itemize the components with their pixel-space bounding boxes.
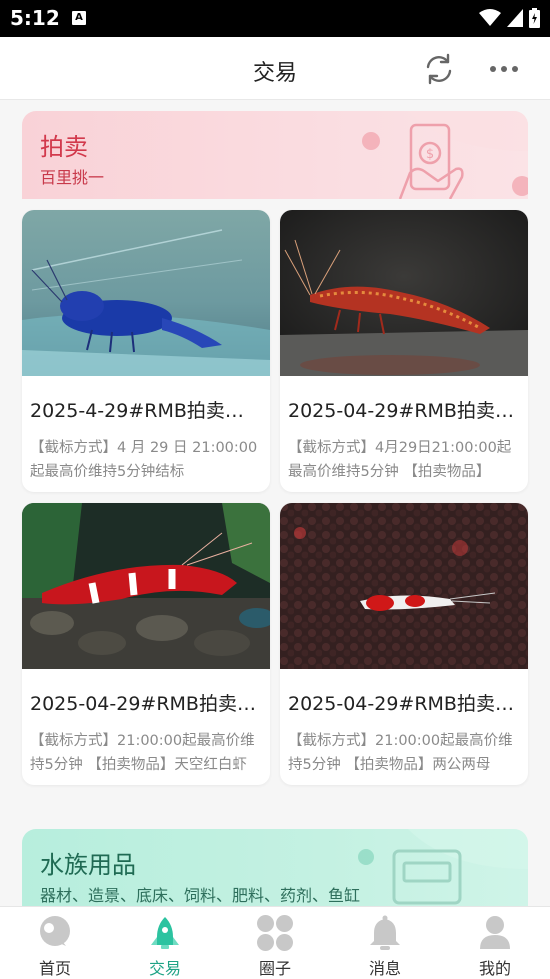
listing-photo — [280, 210, 528, 376]
tab-trade[interactable]: 交易 — [110, 907, 220, 979]
listing-photo — [22, 210, 270, 376]
listing-title: 2025-04-29#RMB拍卖红晶虾 — [288, 400, 520, 422]
tab-circles[interactable]: 圈子 — [220, 907, 330, 979]
signal-icon — [507, 9, 523, 27]
main-content[interactable]: 拍卖 百里挑一 $ 2025-4-29#RMB拍卖蓝色虾 【截标方式】4 月 2… — [0, 100, 550, 906]
system-icons — [479, 8, 540, 28]
circles-icon — [257, 915, 293, 951]
auction-subtitle: 百里挑一 — [40, 168, 105, 187]
listing-description: 【截标方式】4 月 29 日 21:00:00起最高价维持5分钟结标 — [30, 440, 258, 480]
tab-profile[interactable]: 我的 — [440, 907, 550, 979]
bell-icon — [370, 915, 400, 950]
more-icon[interactable] — [484, 55, 524, 83]
listing-card[interactable]: 2025-04-29#RMB拍卖红晶虾 【截标方式】4月29日21:00:00起… — [280, 210, 528, 492]
listing-card[interactable]: 2025-04-29#RMB拍卖#红白虾 【截标方式】21:00:00起最高价维… — [22, 503, 270, 785]
listing-card[interactable]: 2025-4-29#RMB拍卖蓝色虾 【截标方式】4 月 29 日 21:00:… — [22, 210, 270, 492]
svg-text:$: $ — [426, 147, 434, 162]
tab-label: 消息 — [368, 959, 401, 978]
tab-home[interactable]: 首页 — [0, 907, 110, 979]
notification-icon: A — [72, 11, 86, 25]
aquarium-banner[interactable]: 水族用品 器材、造景、底床、饲料、肥料、药剂、鱼缸 — [22, 829, 528, 906]
page-title: 交易 — [252, 61, 297, 86]
battery-icon — [529, 8, 540, 28]
listing-photo — [280, 503, 528, 669]
wifi-icon — [479, 9, 501, 26]
listing-photo — [22, 503, 270, 669]
phone-hand-icon: $ — [278, 111, 528, 199]
bottom-tab-bar: 首页 交易 圈子 消息 我的 — [0, 906, 550, 979]
status-time: 5:12 — [10, 6, 60, 30]
listing-description: 【截标方式】21:00:00起最高价维持5分钟 【拍卖物品】两公两母 — [288, 733, 513, 773]
app-header: 交易 — [0, 37, 550, 100]
listing-card[interactable]: 2025-04-29#RMB拍卖红白虾 【截标方式】21:00:00起最高价维持… — [280, 503, 528, 785]
tab-label: 交易 — [148, 959, 181, 978]
listing-description: 【截标方式】21:00:00起最高价维持5分钟 【拍卖物品】天空红白虾 — [30, 733, 255, 773]
auction-title: 拍卖 — [40, 133, 88, 161]
tab-label: 我的 — [478, 959, 511, 978]
listing-title: 2025-4-29#RMB拍卖蓝色虾 — [30, 400, 262, 422]
refresh-icon[interactable] — [421, 51, 457, 87]
status-bar: 5:12 A — [0, 0, 550, 37]
home-icon — [40, 916, 70, 946]
tab-label: 首页 — [38, 959, 71, 978]
aquarium-title: 水族用品 — [40, 851, 136, 879]
user-icon — [480, 916, 510, 949]
listing-title: 2025-04-29#RMB拍卖#红白虾 — [30, 693, 262, 715]
tab-label: 圈子 — [258, 959, 291, 978]
tab-messages[interactable]: 消息 — [330, 907, 440, 979]
aquarium-tank-icon — [278, 829, 528, 905]
rocket-icon — [151, 917, 179, 949]
listing-description: 【截标方式】4月29日21:00:00起最高价维持5分钟 【拍卖物品】 — [288, 440, 512, 480]
auction-banner[interactable]: 拍卖 百里挑一 $ — [22, 111, 528, 199]
listing-title: 2025-04-29#RMB拍卖红白虾 — [288, 693, 520, 715]
